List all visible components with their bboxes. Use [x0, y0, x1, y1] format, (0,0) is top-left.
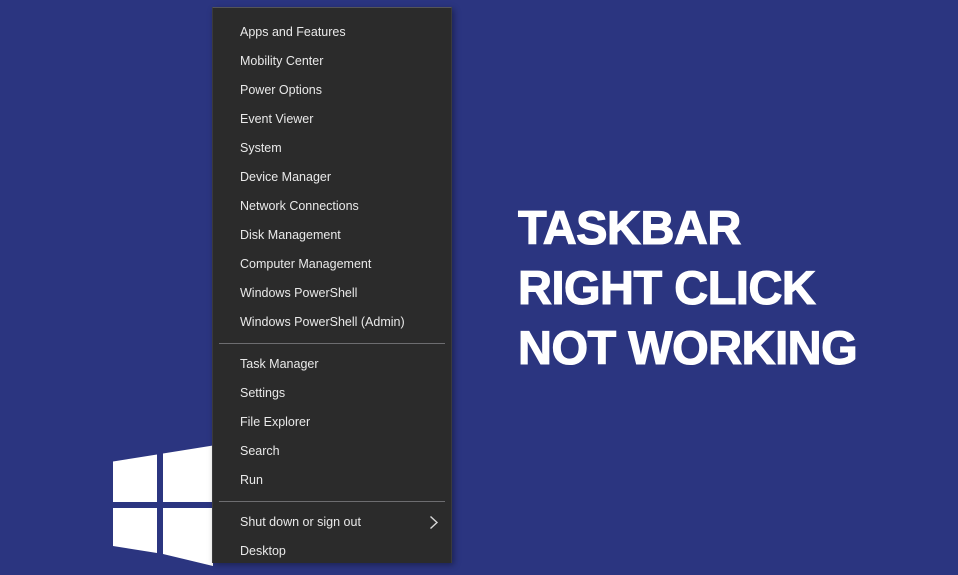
- windows-logo: [112, 440, 214, 575]
- taskbar-context-menu[interactable]: Apps and Features Mobility Center Power …: [212, 7, 452, 563]
- menu-item-computer-management[interactable]: Computer Management: [213, 250, 451, 279]
- menu-item-power-options[interactable]: Power Options: [213, 76, 451, 105]
- menu-item-label: System: [240, 141, 282, 156]
- menu-item-label: Run: [240, 473, 263, 488]
- menu-item-label: Windows PowerShell: [240, 286, 358, 301]
- menu-item-event-viewer[interactable]: Event Viewer: [213, 105, 451, 134]
- menu-item-label: File Explorer: [240, 415, 311, 430]
- menu-item-task-manager[interactable]: Task Manager: [213, 350, 451, 379]
- menu-item-label: Event Viewer: [240, 112, 314, 127]
- menu-item-windows-powershell-admin[interactable]: Windows PowerShell (Admin): [213, 308, 451, 337]
- menu-item-label: Mobility Center: [240, 54, 324, 69]
- page-title-line-2: RIGHT CLICK: [517, 260, 816, 314]
- menu-item-label: Settings: [240, 386, 286, 401]
- menu-item-mobility-center[interactable]: Mobility Center: [213, 47, 451, 76]
- menu-item-settings[interactable]: Settings: [213, 379, 451, 408]
- menu-item-shut-down-or-sign-out[interactable]: Shut down or sign out: [213, 508, 451, 537]
- menu-separator: [219, 343, 445, 344]
- menu-item-device-manager[interactable]: Device Manager: [213, 163, 451, 192]
- menu-item-label: Disk Management: [240, 228, 341, 243]
- menu-item-label: Task Manager: [240, 357, 319, 372]
- chevron-right-icon: [428, 508, 440, 537]
- menu-item-file-explorer[interactable]: File Explorer: [213, 408, 451, 437]
- menu-item-label: Device Manager: [240, 170, 332, 185]
- menu-item-system[interactable]: System: [213, 134, 451, 163]
- page-title: TASKBAR RIGHT CLICK NOT WORKING: [517, 198, 918, 378]
- page-title-line-3: NOT WORKING: [517, 320, 858, 374]
- menu-item-label: Apps and Features: [240, 25, 346, 40]
- menu-item-apps-and-features[interactable]: Apps and Features: [213, 18, 451, 47]
- menu-item-label: Shut down or sign out: [240, 515, 361, 530]
- menu-group-shell-tools: Task Manager Settings File Explorer Sear…: [213, 350, 451, 495]
- menu-item-label: Power Options: [240, 83, 322, 98]
- menu-group-system-tools: Apps and Features Mobility Center Power …: [213, 8, 451, 337]
- menu-item-label: Network Connections: [240, 199, 359, 214]
- menu-item-label: Windows PowerShell (Admin): [240, 315, 405, 330]
- menu-item-label: Desktop: [240, 544, 286, 559]
- menu-item-run[interactable]: Run: [213, 466, 451, 495]
- menu-group-session: Shut down or sign out Desktop: [213, 508, 451, 566]
- menu-item-windows-powershell[interactable]: Windows PowerShell: [213, 279, 451, 308]
- menu-item-disk-management[interactable]: Disk Management: [213, 221, 451, 250]
- menu-item-label: Search: [240, 444, 280, 459]
- menu-separator: [219, 501, 445, 502]
- page-title-line-1: TASKBAR: [517, 200, 741, 254]
- menu-item-network-connections[interactable]: Network Connections: [213, 192, 451, 221]
- menu-item-label: Computer Management: [240, 257, 372, 272]
- screenshot-canvas: Apps and Features Mobility Center Power …: [0, 0, 958, 575]
- menu-item-search[interactable]: Search: [213, 437, 451, 466]
- menu-item-desktop[interactable]: Desktop: [213, 537, 451, 566]
